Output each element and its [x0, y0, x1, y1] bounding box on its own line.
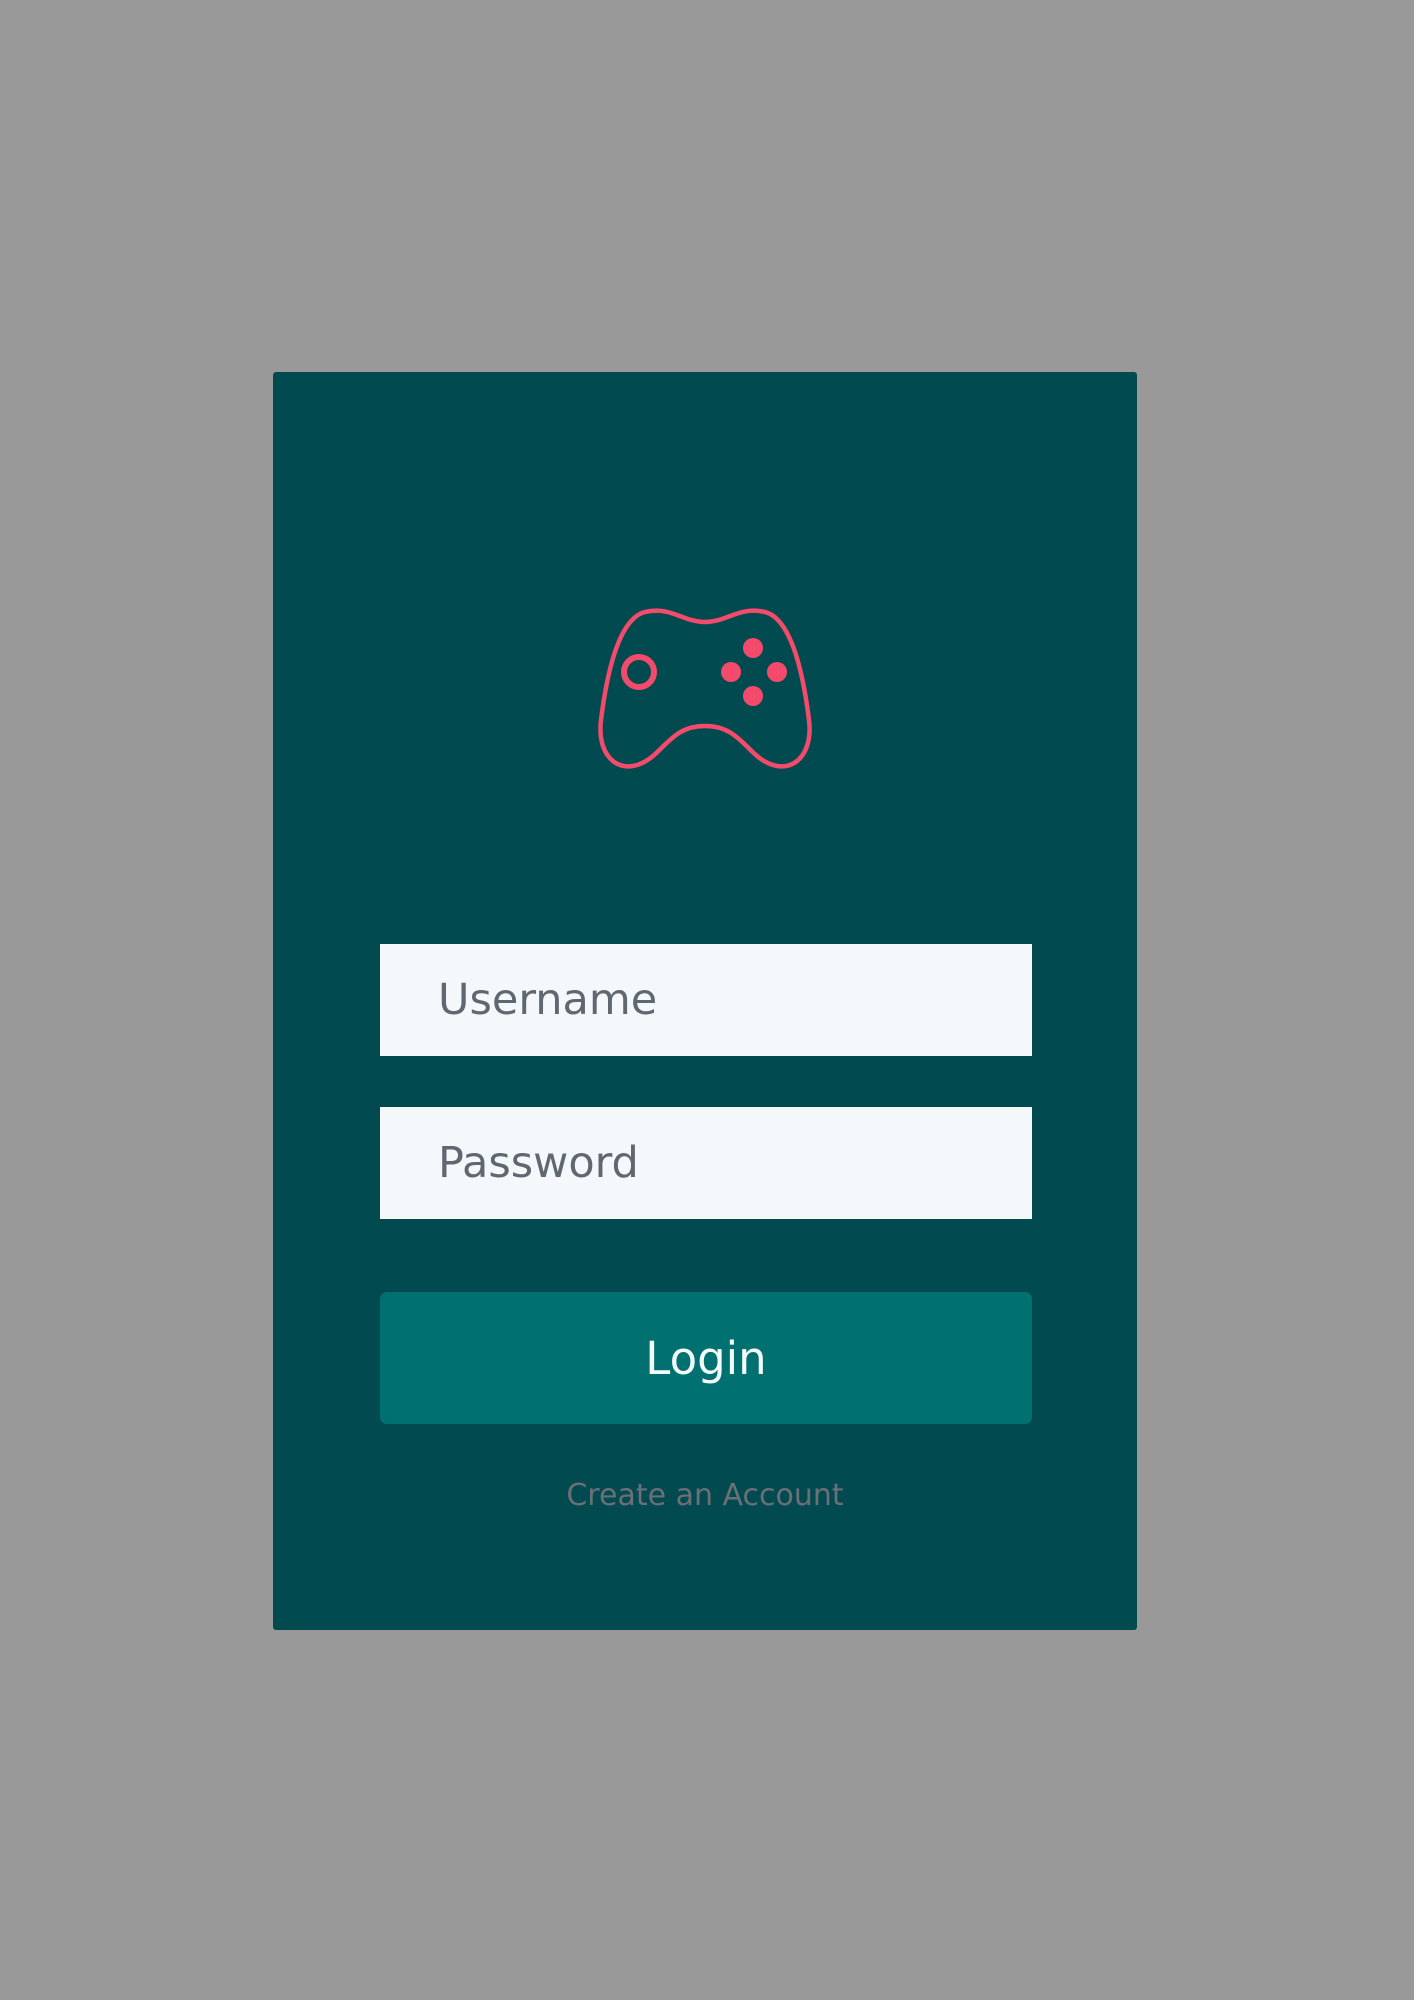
password-input[interactable]	[380, 1107, 1032, 1219]
username-input[interactable]	[380, 944, 1032, 1056]
login-button[interactable]: Login	[380, 1292, 1032, 1424]
create-account-link[interactable]: Create an Account	[273, 1478, 1137, 1513]
game-controller-icon	[583, 602, 827, 784]
login-card: Login Create an Account	[273, 372, 1137, 1630]
